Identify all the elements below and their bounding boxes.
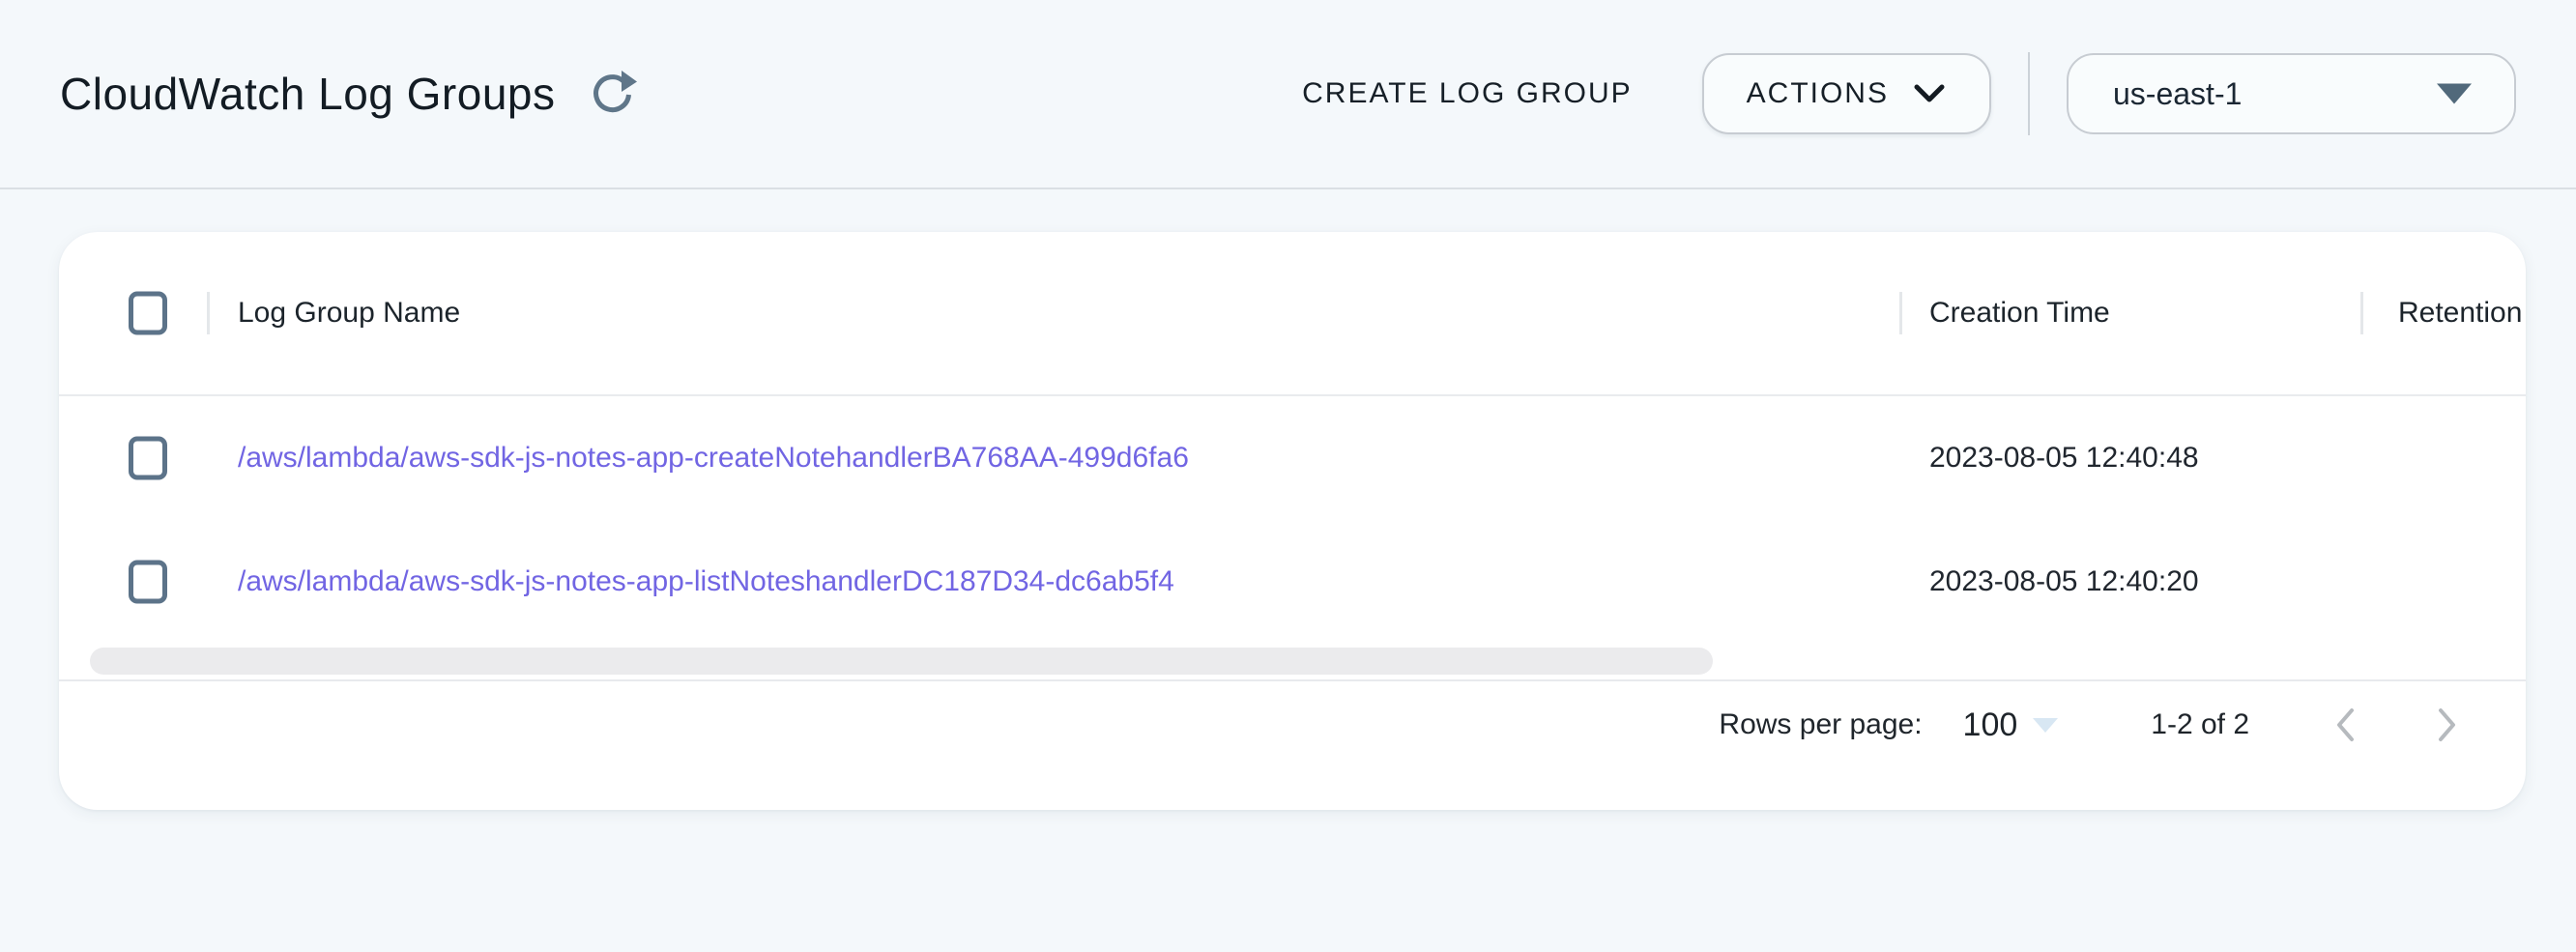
actions-button-label: ACTIONS <box>1747 77 1889 110</box>
next-page-button[interactable] <box>2423 696 2470 754</box>
column-divider <box>2360 292 2363 334</box>
log-group-link[interactable]: /aws/lambda/aws-sdk-js-notes-app-createN… <box>238 442 1189 475</box>
rows-per-page-select[interactable]: 100 <box>1963 707 2059 744</box>
caret-down-icon <box>2033 718 2058 733</box>
pagination-range-label: 1-2 of 2 <box>2151 708 2249 741</box>
row-checkbox[interactable] <box>129 437 167 480</box>
chevron-down-icon <box>1912 82 1947 105</box>
pagination-bar: Rows per page: 100 1-2 of 2 <box>59 679 2526 768</box>
table-row: /aws/lambda/aws-sdk-js-notes-app-createN… <box>59 396 2526 520</box>
rows-per-page-label: Rows per page: <box>1719 708 1922 741</box>
refresh-icon <box>587 68 637 121</box>
column-header-log-group-name: Log Group Name <box>238 297 460 330</box>
refresh-button[interactable] <box>585 67 639 121</box>
table-row: /aws/lambda/aws-sdk-js-notes-app-listNot… <box>59 520 2526 644</box>
horizontal-scrollbar-track <box>59 644 2526 679</box>
table-header-row: Log Group Name Creation Time Retention <box>59 232 2526 396</box>
horizontal-scrollbar[interactable] <box>90 648 1713 675</box>
creation-time-value: 2023-08-05 12:40:20 <box>1929 565 2199 598</box>
log-group-link[interactable]: /aws/lambda/aws-sdk-js-notes-app-listNot… <box>238 565 1174 598</box>
rows-per-page-value: 100 <box>1963 707 2018 744</box>
actions-button[interactable]: ACTIONS <box>1702 53 1991 134</box>
column-divider <box>207 292 210 334</box>
column-header-retention: Retention <box>2398 297 2522 330</box>
page-title: CloudWatch Log Groups <box>60 68 556 120</box>
column-header-creation-time: Creation Time <box>1929 297 2110 330</box>
creation-time-value: 2023-08-05 12:40:48 <box>1929 442 2199 475</box>
region-select[interactable]: us-east-1 <box>2067 53 2516 134</box>
caret-down-icon <box>2437 84 2472 104</box>
chevron-right-icon <box>2430 704 2463 746</box>
row-checkbox[interactable] <box>129 561 167 604</box>
region-select-value: us-east-1 <box>2113 76 2242 112</box>
column-divider <box>1899 292 1902 334</box>
log-groups-card: Log Group Name Creation Time Retention /… <box>59 232 2526 810</box>
previous-page-button[interactable] <box>2323 696 2369 754</box>
topbar: CloudWatch Log Groups CREATE LOG GROUP A… <box>0 0 2576 189</box>
select-all-checkbox[interactable] <box>129 292 167 335</box>
header-divider <box>2028 52 2030 135</box>
create-log-group-button[interactable]: CREATE LOG GROUP <box>1292 60 1642 128</box>
chevron-left-icon <box>2330 704 2362 746</box>
